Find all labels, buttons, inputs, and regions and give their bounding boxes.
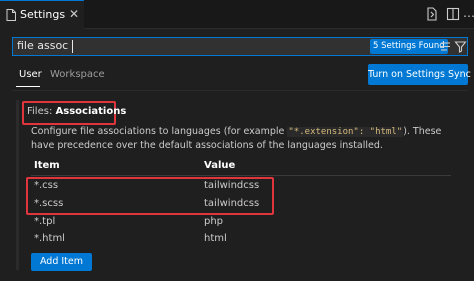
settings-file-icon xyxy=(6,9,16,21)
turn-on-settings-sync-button[interactable]: Turn on Settings Sync xyxy=(368,64,471,85)
tab-workspace[interactable]: Workspace xyxy=(50,69,105,80)
description-code: "*.extension": "html" xyxy=(287,127,404,137)
search-query: file assoc xyxy=(17,39,69,52)
add-item-button[interactable]: Add Item xyxy=(31,253,92,271)
split-editor-icon[interactable] xyxy=(445,6,461,22)
setting-name: Associations xyxy=(55,106,127,117)
row-item: *.html xyxy=(34,233,65,244)
table-header-divider xyxy=(31,175,451,176)
column-header-item: Item xyxy=(34,160,60,171)
setting-modified-gutter xyxy=(16,100,19,270)
setting-category: Files: xyxy=(27,106,53,117)
tab-user[interactable]: User xyxy=(19,69,42,80)
results-count-badge: 5 Settings Found xyxy=(370,39,448,54)
description-text: Configure file associations to languages… xyxy=(31,126,288,137)
settings-search-input[interactable]: file assoc 5 Settings Found xyxy=(12,37,468,56)
open-settings-json-icon[interactable] xyxy=(424,6,440,22)
active-tab-indicator xyxy=(16,86,40,87)
close-icon[interactable]: ✕ xyxy=(69,7,79,21)
settings-tab[interactable]: Settings ✕ xyxy=(0,0,84,29)
row-item: *.tpl xyxy=(34,216,56,227)
editor-tab-bar: Settings ✕ … xyxy=(0,0,474,29)
row-value: php xyxy=(204,216,224,227)
header-divider xyxy=(12,90,468,91)
rows-highlight-box xyxy=(26,177,274,215)
setting-description: Configure file associations to languages… xyxy=(31,125,451,152)
table-row[interactable]: *.tpl php xyxy=(31,214,451,231)
tab-title: Settings xyxy=(20,8,66,21)
table-row[interactable]: *.html html xyxy=(31,231,451,248)
clear-filter-icon[interactable] xyxy=(439,40,452,53)
row-value: html xyxy=(204,233,227,244)
more-actions-icon[interactable]: … xyxy=(463,6,474,22)
setting-title: Files: Associations xyxy=(27,106,126,117)
text-caret xyxy=(72,40,73,53)
filter-icon[interactable] xyxy=(454,40,467,53)
column-header-value: Value xyxy=(204,160,236,171)
